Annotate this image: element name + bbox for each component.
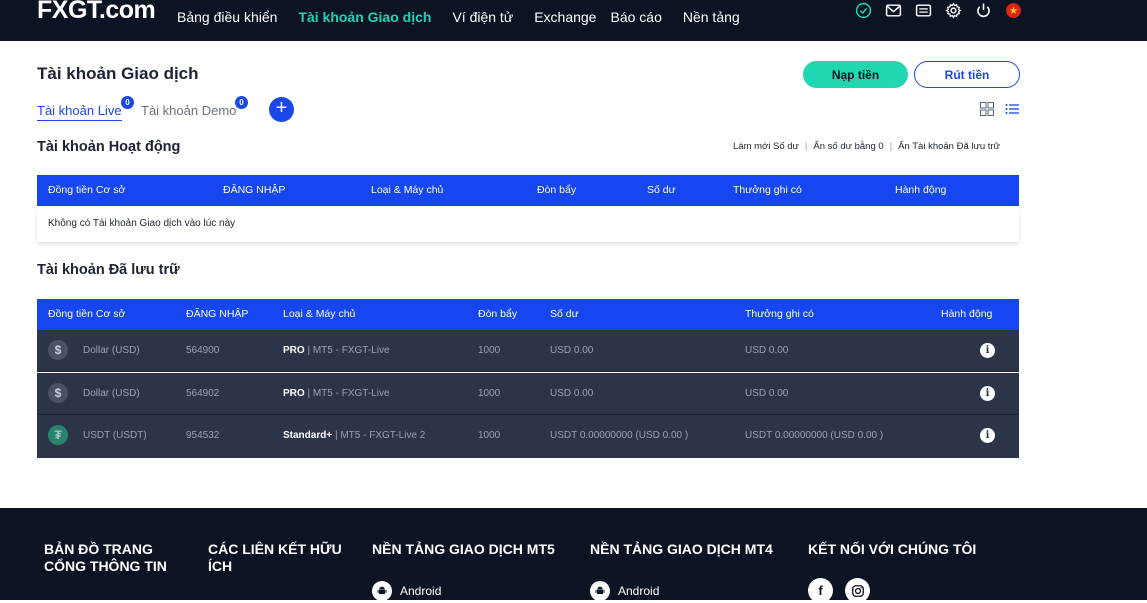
grid-view-icon[interactable] bbox=[980, 102, 994, 116]
dollar-coin-icon: $ bbox=[48, 340, 68, 360]
footer-heading-sitemap: BẢN ĐỒ TRANG CỔNG THÔNG TIN bbox=[44, 541, 167, 574]
nav-links: Bảng điều khiển Tài khoản Giao dịch Ví đ… bbox=[177, 8, 761, 26]
footer-heading-mt5: NỀN TẢNG GIAO DỊCH MT5 bbox=[372, 541, 555, 557]
android-icon bbox=[372, 581, 392, 601]
top-nav: FXGT.com Bảng điều khiển Tài khoản Giao … bbox=[0, 0, 1147, 41]
fxgt-logo[interactable]: FXGT.com bbox=[37, 0, 156, 25]
account-type: PRO bbox=[283, 388, 305, 399]
leverage-cell: 1000 bbox=[478, 388, 501, 399]
login-cell: 564900 bbox=[186, 345, 220, 356]
column-header-type-server: Loại & Máy chủ bbox=[283, 308, 356, 320]
check-circle-icon[interactable] bbox=[855, 2, 872, 19]
mt5-android-link[interactable]: Android bbox=[372, 581, 441, 601]
demo-count-badge: 0 bbox=[235, 96, 248, 109]
login-cell: 564902 bbox=[186, 388, 220, 399]
mail-icon[interactable] bbox=[885, 2, 902, 19]
live-count-badge: 0 bbox=[121, 96, 134, 109]
column-header-balance: Số dư bbox=[550, 308, 579, 320]
dollar-coin-icon: $ bbox=[48, 383, 68, 403]
gear-icon[interactable] bbox=[945, 2, 962, 19]
table-row: ₮ USDT (USDT) 954532 Standard+ | MT5 - F… bbox=[37, 415, 1019, 458]
footer-heading-mt4: NỀN TẢNG GIAO DỊCH MT4 bbox=[590, 541, 773, 557]
tether-coin-icon: ₮ bbox=[48, 425, 68, 445]
info-icon[interactable]: i bbox=[980, 386, 995, 401]
currency-cell: Dollar (USD) bbox=[83, 345, 140, 356]
column-header-bonus: Thưởng ghi có bbox=[733, 184, 802, 196]
hide-archived-link[interactable]: Ẩn Tài khoản Đã lưu trữ bbox=[898, 141, 1000, 152]
column-header-login: ĐĂNG NHẬP bbox=[223, 184, 286, 196]
nav-item-reports[interactable]: Báo cáo bbox=[610, 8, 661, 26]
power-icon[interactable] bbox=[975, 2, 992, 19]
android-label: Android bbox=[400, 584, 442, 598]
footer: BẢN ĐỒ TRANG CỔNG THÔNG TIN CÁC LIÊN KẾT… bbox=[0, 508, 1147, 603]
vietnam-flag-icon[interactable] bbox=[1005, 2, 1022, 19]
info-icon[interactable]: i bbox=[980, 343, 995, 358]
login-cell: 954532 bbox=[186, 430, 220, 441]
column-header-bonus: Thưởng ghi có bbox=[745, 308, 814, 320]
tab-demo-accounts[interactable]: Tài khoản Demo bbox=[141, 103, 236, 118]
balance-cell: USD 0.00 bbox=[550, 388, 594, 399]
empty-state: Không có Tài khoản Giao dịch vào lúc này bbox=[37, 206, 1019, 242]
account-type: PRO bbox=[283, 345, 305, 356]
column-header-actions: Hành động bbox=[941, 308, 993, 320]
archived-table-header: Đồng tiền Cơ sở ĐĂNG NHẬP Loại & Máy chủ… bbox=[37, 299, 1019, 330]
leverage-cell: 1000 bbox=[478, 430, 501, 441]
footer-heading-connect: KẾT NỐI VỚI CHÚNG TÔI bbox=[808, 541, 977, 557]
nav-item-exchange[interactable]: Exchange bbox=[534, 8, 596, 26]
facebook-icon[interactable]: f bbox=[808, 578, 833, 603]
nav-item-dashboard[interactable]: Bảng điều khiển bbox=[177, 8, 277, 26]
server-name: | MT5 - FXGT-Live bbox=[304, 388, 390, 399]
currency-cell: Dollar (USD) bbox=[83, 388, 140, 399]
server-name: | MT5 - FXGT-Live bbox=[304, 345, 390, 356]
withdraw-button[interactable]: Rút tiền bbox=[914, 61, 1020, 88]
add-account-button[interactable]: + bbox=[269, 97, 294, 122]
column-header-currency: Đồng tiền Cơ sở bbox=[48, 184, 126, 196]
column-header-actions: Hành động bbox=[895, 184, 947, 196]
column-header-leverage: Đòn bẩy bbox=[537, 184, 577, 196]
nav-item-wallet[interactable]: Ví điện tử bbox=[452, 8, 513, 26]
bonus-cell: USD 0.00 bbox=[745, 345, 789, 356]
type-server-cell: PRO | MT5 - FXGT-Live bbox=[283, 345, 390, 356]
ticket-icon[interactable] bbox=[915, 2, 932, 19]
bonus-cell: USDT 0.00000000 (USD 0.00 ) bbox=[745, 430, 884, 441]
column-header-type-server: Loại & Máy chủ bbox=[371, 184, 444, 196]
info-icon[interactable]: i bbox=[980, 428, 995, 443]
footer-heading-useful-links: CÁC LIÊN KẾT HỮU ÍCH bbox=[208, 541, 342, 574]
empty-message: Không có Tài khoản Giao dịch vào lúc này bbox=[48, 218, 236, 229]
balance-cell: USDT 0.00000000 (USD 0.00 ) bbox=[550, 430, 689, 441]
mt4-android-link[interactable]: Android bbox=[590, 581, 659, 601]
active-accounts-title: Tài khoản Hoạt động bbox=[37, 139, 181, 155]
nav-item-trading-accounts[interactable]: Tài khoản Giao dịch bbox=[298, 8, 431, 26]
tab-live-accounts[interactable]: Tài khoản Live bbox=[37, 103, 122, 121]
type-server-cell: PRO | MT5 - FXGT-Live bbox=[283, 388, 390, 399]
refresh-balance-link[interactable]: Làm mới Số dư bbox=[733, 141, 799, 152]
column-header-login: ĐĂNG NHẬP bbox=[186, 308, 249, 320]
server-name: | MT5 - FXGT-Live 2 bbox=[332, 430, 426, 441]
type-server-cell: Standard+ | MT5 - FXGT-Live 2 bbox=[283, 430, 425, 441]
currency-cell: USDT (USDT) bbox=[83, 430, 147, 441]
tools-separator: | bbox=[804, 141, 808, 152]
nav-icons bbox=[855, 2, 1035, 19]
leverage-cell: 1000 bbox=[478, 345, 501, 356]
table-row: $ Dollar (USD) 564902 PRO | MT5 - FXGT-L… bbox=[37, 373, 1019, 415]
archived-accounts-title: Tài khoản Đã lưu trữ bbox=[37, 262, 180, 278]
table-tools: Làm mới Số dư | Ẩn số dư bằng 0 | Ẩn Tài… bbox=[733, 141, 1000, 152]
page-title: Tài khoản Giao dịch bbox=[37, 64, 199, 83]
column-header-leverage: Đòn bẩy bbox=[478, 308, 518, 320]
instagram-icon[interactable] bbox=[845, 578, 870, 603]
account-type: Standard+ bbox=[283, 430, 333, 441]
list-view-icon[interactable] bbox=[1005, 102, 1019, 116]
active-table-header: Đồng tiền Cơ sở ĐĂNG NHẬP Loại & Máy chủ… bbox=[37, 175, 1019, 206]
column-header-currency: Đồng tiền Cơ sở bbox=[48, 308, 126, 320]
android-label: Android bbox=[618, 584, 660, 598]
hide-zero-balance-link[interactable]: Ẩn số dư bằng 0 bbox=[813, 141, 883, 152]
tools-separator: | bbox=[889, 141, 893, 152]
table-row: $ Dollar (USD) 564900 PRO | MT5 - FXGT-L… bbox=[37, 330, 1019, 372]
column-header-balance: Số dư bbox=[647, 184, 676, 196]
balance-cell: USD 0.00 bbox=[550, 345, 594, 356]
nav-item-platforms[interactable]: Nền tảng bbox=[683, 8, 740, 26]
deposit-button[interactable]: Nạp tiền bbox=[803, 61, 908, 88]
android-icon bbox=[590, 581, 610, 601]
bonus-cell: USD 0.00 bbox=[745, 388, 789, 399]
